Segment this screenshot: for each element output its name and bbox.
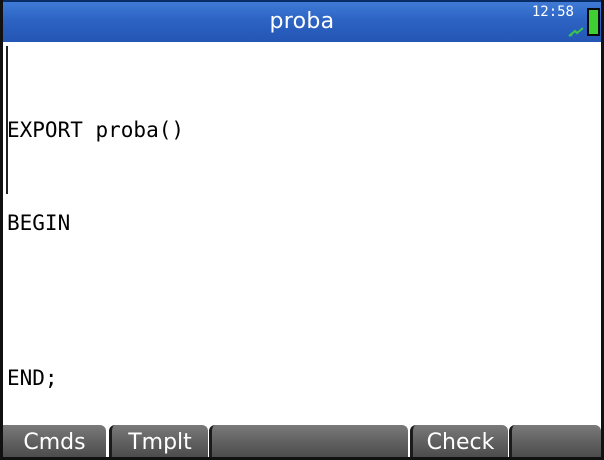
code-line[interactable]: BEGIN [7, 208, 184, 239]
softkey-empty[interactable] [509, 425, 601, 457]
softkey-check[interactable]: Check [410, 425, 508, 457]
clock-readout: 12:58 [531, 4, 574, 20]
softkey-cmds[interactable]: Cmds [3, 425, 106, 457]
softkey-tmplt[interactable]: Tmplt [109, 425, 208, 457]
code-line[interactable]: EXPORT proba() [7, 115, 184, 146]
softkey-menu: Cmds Tmplt Check [3, 424, 601, 457]
program-title: proba [269, 9, 335, 34]
program-editor[interactable]: EXPORT proba() BEGIN END; [7, 53, 184, 456]
code-line[interactable]: END; [7, 363, 184, 394]
calculator-screen: proba 12:58 EXPORT proba() BEGIN END; Cm… [0, 0, 604, 460]
softkey-empty[interactable] [209, 425, 408, 457]
title-bar: proba 12:58 [3, 0, 601, 42]
charging-plug-icon [568, 27, 584, 37]
battery-icon [587, 8, 600, 36]
